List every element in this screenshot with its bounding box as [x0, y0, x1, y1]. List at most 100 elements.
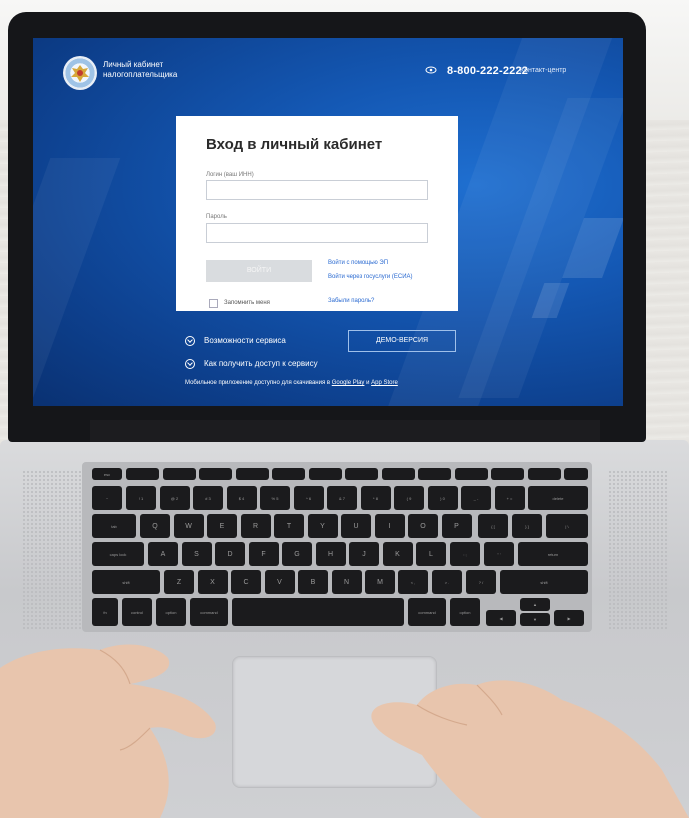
key-tilde[interactable]: ~: [92, 486, 122, 510]
key-letter[interactable]: S: [181, 542, 212, 566]
key-shift-left[interactable]: shift: [92, 570, 160, 594]
key-comma[interactable]: < ,: [398, 570, 428, 594]
demo-version-button[interactable]: ДЕМО-ВЕРСИЯ: [348, 330, 456, 352]
key-letter[interactable]: O: [408, 514, 438, 538]
hotline-number[interactable]: 8-800-222-2222: [447, 65, 528, 77]
password-input[interactable]: [206, 223, 428, 243]
key-arrow-down[interactable]: ▼: [520, 613, 550, 626]
key-function[interactable]: [345, 468, 378, 480]
key-function[interactable]: [199, 468, 232, 480]
key-function[interactable]: [454, 468, 488, 480]
key-function[interactable]: [126, 468, 159, 480]
key-number[interactable]: _ -: [461, 486, 491, 510]
remember-checkbox[interactable]: [209, 299, 218, 308]
key-letter[interactable]: E: [207, 514, 237, 538]
key-letter[interactable]: T: [274, 514, 304, 538]
key-command-left[interactable]: command: [190, 598, 228, 626]
key-letter[interactable]: D: [215, 542, 245, 566]
brand-title[interactable]: Личный кабинет налогоплательщика: [103, 60, 177, 80]
key-power[interactable]: [564, 468, 588, 480]
key-number[interactable]: % 5: [260, 486, 290, 510]
key-letter[interactable]: I: [374, 514, 405, 538]
key-letter[interactable]: U: [341, 514, 371, 538]
fns-logo-icon[interactable]: [63, 56, 97, 90]
key-function[interactable]: [527, 468, 561, 480]
access-toggle[interactable]: Как получить доступ к сервису: [185, 359, 318, 369]
key-function[interactable]: [235, 468, 269, 480]
key-number[interactable]: $ 4: [226, 486, 257, 510]
key-number[interactable]: ( 9: [394, 486, 424, 510]
key-tab[interactable]: tab: [92, 514, 136, 538]
ep-login-link[interactable]: Войти с помощью ЭП: [328, 260, 388, 266]
key-letter[interactable]: V: [264, 570, 295, 594]
key-letter[interactable]: J: [349, 542, 379, 566]
login-title: Вход в личный кабинет: [206, 136, 383, 153]
handset-icon: [425, 66, 437, 74]
mobile-text: Мобильное приложение доступно для скачив…: [185, 380, 331, 386]
contact-center-link[interactable]: Контакт-центр: [520, 67, 566, 74]
key-arrow-up[interactable]: ▲: [520, 598, 550, 611]
key-function[interactable]: [381, 468, 415, 480]
key-function[interactable]: [418, 468, 451, 480]
forgot-password-link[interactable]: Забыли пароль?: [328, 298, 374, 304]
key-delete[interactable]: delete: [528, 486, 588, 510]
key-letter[interactable]: F: [248, 542, 279, 566]
key-number[interactable]: ^ 6: [293, 486, 324, 510]
key-letter[interactable]: P: [441, 514, 472, 538]
key-arrow-left[interactable]: ◀: [486, 610, 516, 626]
key-letter[interactable]: C: [231, 570, 261, 594]
key-semicolon[interactable]: : ;: [450, 542, 480, 566]
key-bracket-left[interactable]: { [: [478, 514, 508, 538]
key-quote[interactable]: " ': [484, 542, 514, 566]
key-function[interactable]: [308, 468, 342, 480]
key-letter[interactable]: Y: [307, 514, 338, 538]
key-letter[interactable]: L: [416, 542, 446, 566]
key-function[interactable]: [491, 468, 524, 480]
key-slash[interactable]: ? /: [466, 570, 496, 594]
key-letter[interactable]: W: [173, 514, 204, 538]
key-letter[interactable]: X: [197, 570, 228, 594]
key-return[interactable]: return: [518, 542, 588, 566]
submit-button[interactable]: ВОЙТИ: [206, 260, 312, 282]
key-letter[interactable]: M: [365, 570, 395, 594]
laptop-hinge: [90, 420, 600, 442]
left-hand: [0, 644, 216, 818]
key-shift-right[interactable]: shift: [500, 570, 588, 594]
key-number[interactable]: # 3: [193, 486, 223, 510]
key-letter[interactable]: N: [331, 570, 362, 594]
key-number[interactable]: ) 0: [427, 486, 458, 510]
key-backslash[interactable]: | \: [546, 514, 588, 538]
key-number[interactable]: ! 1: [126, 486, 156, 510]
key-letter[interactable]: H: [315, 542, 346, 566]
login-input[interactable]: [206, 180, 428, 200]
key-letter[interactable]: A: [148, 542, 178, 566]
key-number[interactable]: * 8: [360, 486, 391, 510]
key-letter[interactable]: B: [298, 570, 328, 594]
key-number[interactable]: @ 2: [159, 486, 190, 510]
key-esc[interactable]: esc: [92, 468, 122, 480]
key-number[interactable]: + =: [494, 486, 525, 510]
key-letter[interactable]: G: [282, 542, 312, 566]
key-option-left[interactable]: option: [156, 598, 186, 626]
key-letter[interactable]: Z: [164, 570, 194, 594]
google-play-link[interactable]: Google Play: [332, 380, 365, 386]
chevron-down-icon: [185, 336, 195, 346]
esia-login-link[interactable]: Войти через госуслуги (ЕСИА): [328, 274, 413, 280]
key-letter[interactable]: K: [382, 542, 413, 566]
features-toggle[interactable]: Возможности сервиса: [185, 336, 286, 346]
key-letter[interactable]: R: [240, 514, 271, 538]
key-function[interactable]: [272, 468, 305, 480]
key-number[interactable]: & 7: [327, 486, 357, 510]
app-store-link[interactable]: App Store: [371, 380, 398, 386]
key-fn[interactable]: fn: [92, 598, 118, 626]
key-period[interactable]: > .: [432, 570, 462, 594]
key-caps-lock[interactable]: caps lock: [92, 542, 144, 566]
key-space[interactable]: [232, 598, 404, 626]
key-arrow-right[interactable]: ▶: [554, 610, 584, 626]
key-function[interactable]: [162, 468, 196, 480]
key-command-right[interactable]: command: [408, 598, 446, 626]
key-letter[interactable]: Q: [140, 514, 170, 538]
key-option-right[interactable]: option: [450, 598, 480, 626]
key-bracket-right[interactable]: } ]: [512, 514, 542, 538]
key-control[interactable]: control: [122, 598, 152, 626]
